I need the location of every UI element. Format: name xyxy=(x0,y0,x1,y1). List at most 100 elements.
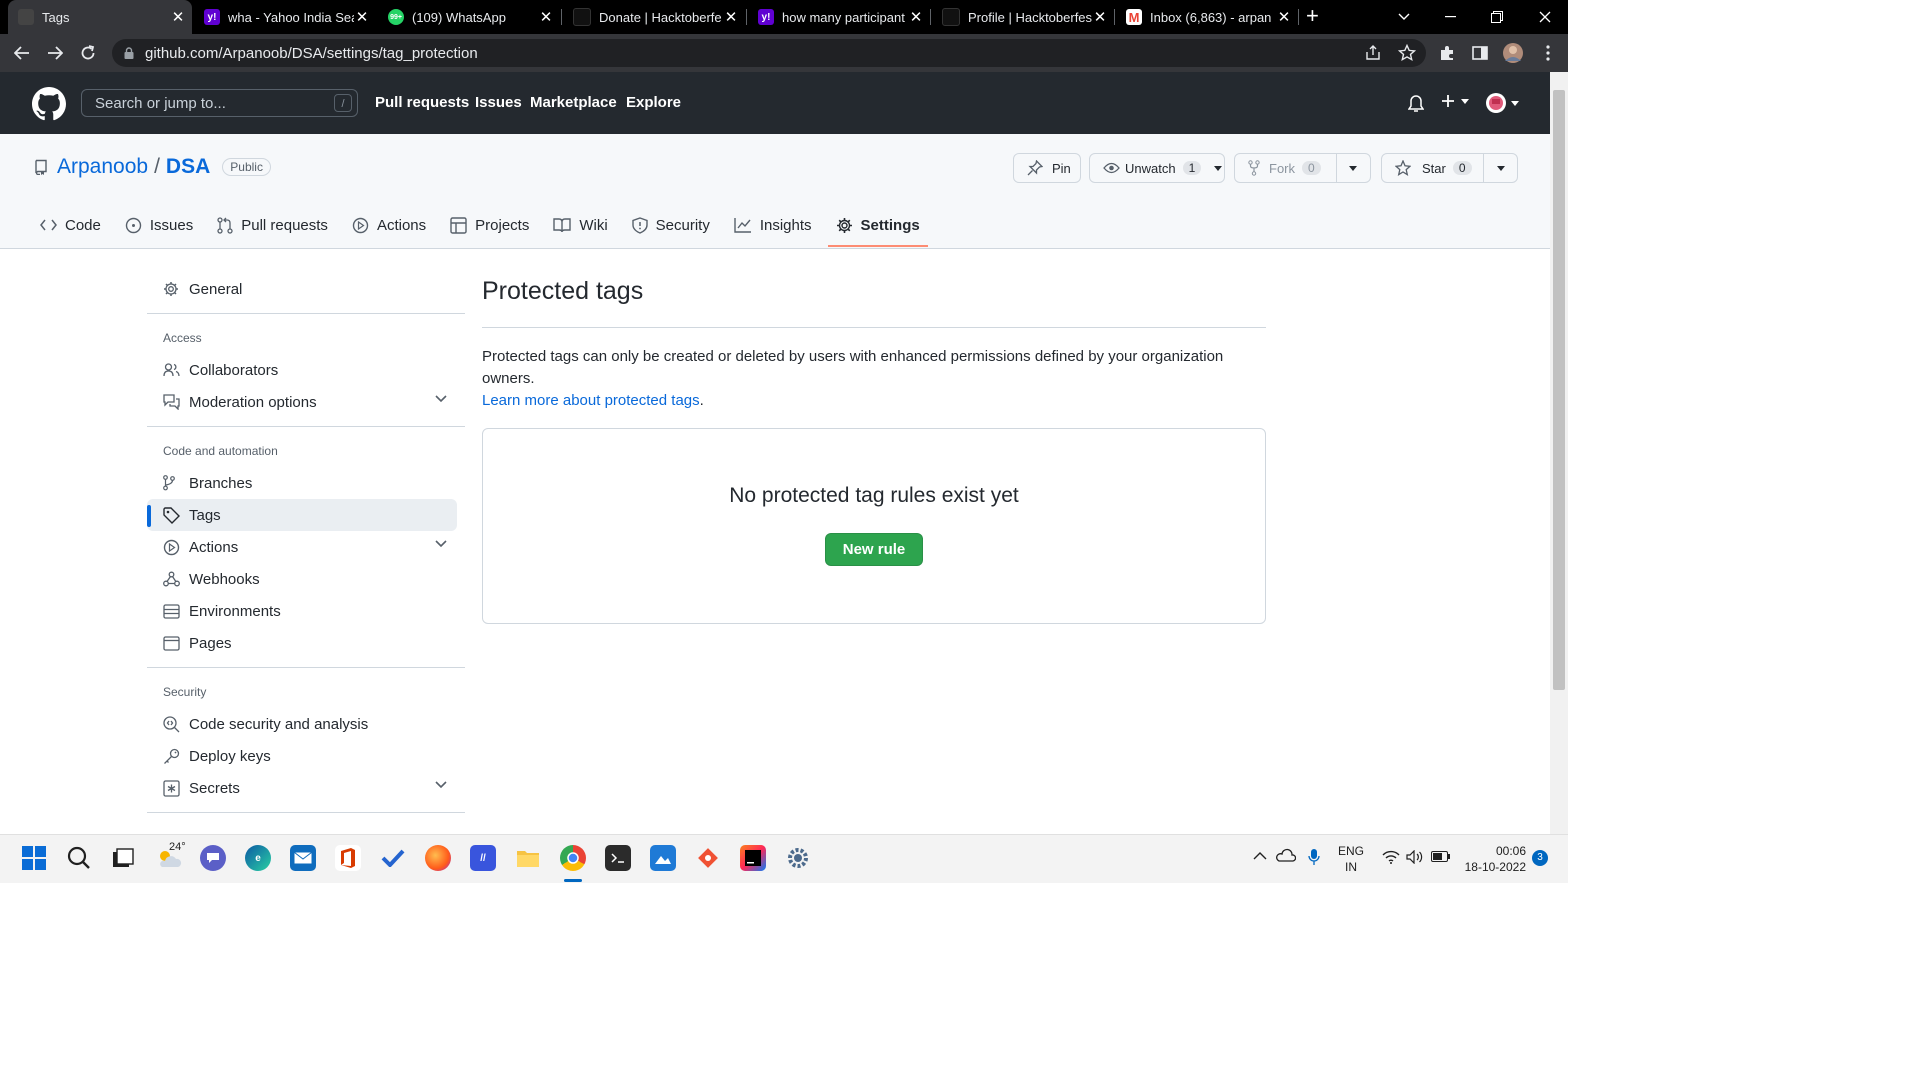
intellij-icon[interactable] xyxy=(740,845,766,871)
sidebar-item-branches[interactable]: Branches xyxy=(147,467,465,499)
task-view-icon[interactable] xyxy=(110,845,136,871)
firefox-icon[interactable] xyxy=(425,845,451,871)
forward-arrow-icon[interactable] xyxy=(43,42,67,64)
browser-tab-how-many[interactable]: y! how many participant ✕ xyxy=(748,0,930,34)
tab-insights[interactable]: Insights xyxy=(734,214,812,236)
sidebar-item-general[interactable]: General xyxy=(147,273,465,305)
nav-marketplace[interactable]: Marketplace xyxy=(530,94,617,111)
sidebar-item-collaborators[interactable]: Collaborators xyxy=(147,354,465,386)
settings-gear-icon[interactable] xyxy=(785,845,811,871)
nav-explore[interactable]: Explore xyxy=(626,94,681,111)
sidebar-item-environments[interactable]: Environments xyxy=(147,595,465,627)
learn-more-link[interactable]: Learn more about protected tags xyxy=(482,392,700,409)
close-tab-icon[interactable]: ✕ xyxy=(1092,8,1108,26)
blankslate: No protected tag rules exist yet New rul… xyxy=(482,428,1266,624)
tab-actions[interactable]: Actions xyxy=(352,214,426,236)
terminal-icon[interactable] xyxy=(605,845,631,871)
sidebar-item-code-security[interactable]: Code security and analysis xyxy=(147,708,465,740)
repo-owner-link[interactable]: Arpanoob xyxy=(57,155,148,179)
search-icon[interactable] xyxy=(66,845,92,871)
wifi-icon[interactable] xyxy=(1382,850,1400,864)
sidebar-item-deploy-keys[interactable]: Deploy keys xyxy=(147,740,465,772)
tab-wiki[interactable]: Wiki xyxy=(553,214,608,236)
tab-settings[interactable]: Settings xyxy=(827,214,928,247)
close-tab-icon[interactable]: ✕ xyxy=(538,8,554,26)
browser-tab-donate[interactable]: Donate | Hacktoberfe ✕ xyxy=(563,0,745,34)
caret-down-icon[interactable] xyxy=(1349,166,1357,171)
address-bar[interactable]: github.com/Arpanoob/DSA/settings/tag_pro… xyxy=(112,39,1426,67)
scrollbar-thumb[interactable] xyxy=(1553,90,1565,690)
search-input[interactable]: Search or jump to... / xyxy=(81,89,358,117)
tab-pull-requests[interactable]: Pull requests xyxy=(217,214,328,236)
tab-title: Inbox (6,863) - arpan xyxy=(1150,9,1272,25)
tab-code[interactable]: Code xyxy=(40,214,101,236)
photos-icon[interactable] xyxy=(650,845,676,871)
sidebar-item-webhooks[interactable]: Webhooks xyxy=(147,563,465,595)
close-window-icon[interactable] xyxy=(1522,0,1568,34)
close-tab-icon[interactable]: ✕ xyxy=(1276,8,1292,26)
nav-issues[interactable]: Issues xyxy=(475,94,522,111)
browser-tab-whatsapp[interactable]: 99+ (109) WhatsApp ✕ xyxy=(378,0,560,34)
show-hidden-icons-icon[interactable] xyxy=(1253,851,1267,860)
office-icon[interactable] xyxy=(335,845,361,871)
mail-icon[interactable] xyxy=(290,845,316,871)
page-scrollbar[interactable] xyxy=(1550,72,1568,834)
tab-label: Insights xyxy=(759,216,812,234)
sidebar-item-pages[interactable]: Pages xyxy=(147,627,465,659)
minimize-icon[interactable] xyxy=(1428,0,1474,34)
fork-button[interactable]: Fork 0 xyxy=(1234,153,1371,183)
browser-tab-tags[interactable]: Tags ✕ xyxy=(8,0,192,34)
chrome-icon[interactable] xyxy=(560,845,586,871)
restore-icon[interactable] xyxy=(1474,0,1520,34)
bookmark-star-icon[interactable] xyxy=(1398,44,1416,62)
battery-icon[interactable] xyxy=(1431,851,1451,862)
microphone-icon[interactable] xyxy=(1308,848,1320,866)
close-tab-icon[interactable]: ✕ xyxy=(354,8,370,26)
reload-icon[interactable] xyxy=(76,42,100,64)
pin-button[interactable]: Pin xyxy=(1013,153,1081,183)
profile-avatar[interactable] xyxy=(1502,42,1524,64)
user-menu-dropdown[interactable] xyxy=(1486,93,1519,113)
repo-name-link[interactable]: DSA xyxy=(166,155,210,179)
new-tab-icon[interactable]: + xyxy=(1306,5,1319,27)
todo-check-icon[interactable] xyxy=(380,845,406,871)
onedrive-icon[interactable] xyxy=(1276,848,1296,862)
browser-tab-profile[interactable]: Profile | Hacktoberfes ✕ xyxy=(932,0,1114,34)
browser-menu-icon[interactable] xyxy=(1537,42,1559,64)
caret-down-icon[interactable] xyxy=(1497,166,1505,171)
close-tab-icon[interactable]: ✕ xyxy=(908,8,924,26)
extensions-puzzle-icon[interactable] xyxy=(1436,42,1458,64)
new-rule-button[interactable]: New rule xyxy=(824,533,924,566)
create-new-dropdown[interactable] xyxy=(1441,94,1469,108)
volume-icon[interactable] xyxy=(1406,850,1424,864)
tab-issues[interactable]: Issues xyxy=(125,214,193,236)
file-explorer-icon[interactable] xyxy=(515,845,541,871)
tab-projects[interactable]: Projects xyxy=(450,214,529,236)
clock[interactable]: 00:06 18-10-2022 xyxy=(1462,843,1526,875)
sidebar-item-moderation-options[interactable]: Moderation options xyxy=(147,386,465,418)
windows-start-icon[interactable] xyxy=(21,845,47,871)
language-indicator[interactable]: ENG IN xyxy=(1338,843,1364,875)
tab-security[interactable]: Security xyxy=(631,214,710,236)
notification-count-badge[interactable]: 3 xyxy=(1532,850,1548,866)
browser-tab-gmail[interactable]: M Inbox (6,863) - arpan ✕ xyxy=(1116,0,1298,34)
dev-app-icon[interactable]: // xyxy=(470,845,496,871)
star-button[interactable]: Star 0 xyxy=(1381,153,1518,183)
edge-browser-icon[interactable]: e xyxy=(245,845,271,871)
git-app-icon[interactable] xyxy=(695,845,721,871)
teams-chat-icon[interactable] xyxy=(200,845,226,871)
nav-pull-requests[interactable]: Pull requests xyxy=(375,94,469,111)
close-tab-icon[interactable]: ✕ xyxy=(723,8,739,26)
sidebar-item-tags[interactable]: Tags xyxy=(147,499,457,531)
side-panel-icon[interactable] xyxy=(1469,42,1491,64)
back-arrow-icon[interactable] xyxy=(10,42,34,64)
notifications-bell-icon[interactable] xyxy=(1408,95,1424,113)
tab-search-chevron-icon[interactable] xyxy=(1381,0,1427,34)
browser-tab-yahoo[interactable]: y! wha - Yahoo India Sea ✕ xyxy=(194,0,376,34)
close-tab-icon[interactable]: ✕ xyxy=(170,8,186,26)
unwatch-button[interactable]: Unwatch 1 xyxy=(1089,153,1225,183)
share-icon[interactable] xyxy=(1365,45,1381,61)
github-logo-icon[interactable] xyxy=(32,87,66,121)
sidebar-item-secrets[interactable]: Secrets xyxy=(147,772,465,804)
sidebar-item-actions[interactable]: Actions xyxy=(147,531,465,563)
